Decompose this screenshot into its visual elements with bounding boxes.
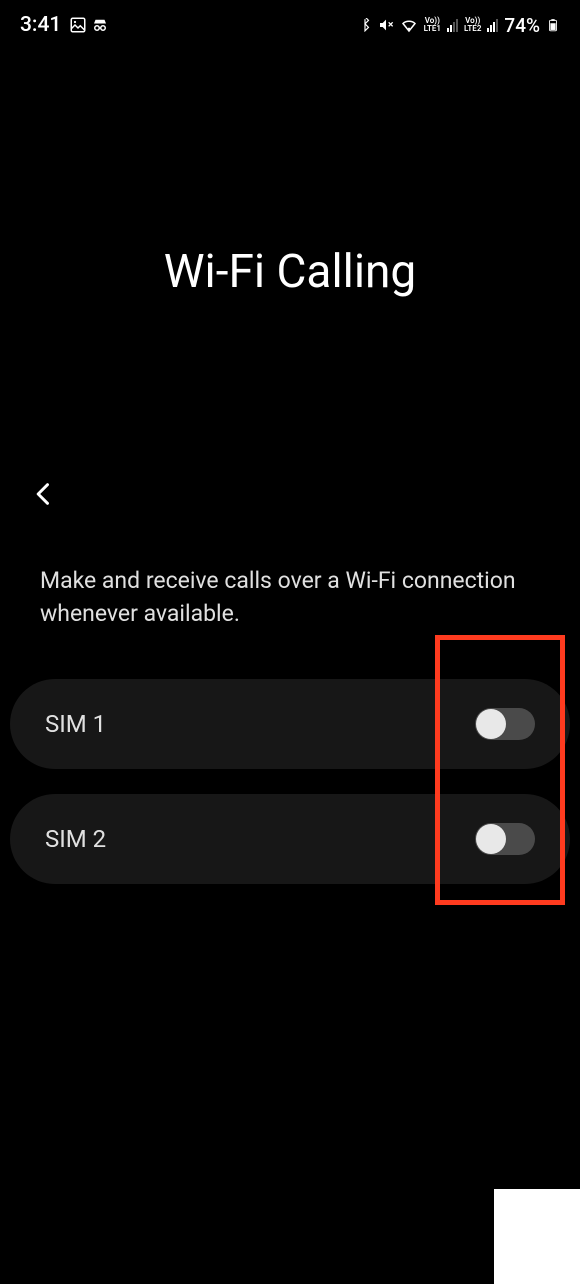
battery-icon <box>546 15 560 35</box>
sim-list: SIM 1 SIM 2 <box>0 679 580 884</box>
status-notification-icons <box>69 16 109 34</box>
signal1-icon <box>447 18 458 32</box>
back-button[interactable] <box>30 474 70 514</box>
status-right: Vo)) LTE1 Vo)) LTE2 74% <box>358 14 560 37</box>
page-description: Make and receive calls over a Wi-Fi conn… <box>0 564 580 631</box>
wifi-icon <box>400 16 418 34</box>
mute-icon <box>378 17 394 33</box>
signal2-icon <box>487 18 498 32</box>
sim2-label: SIM 2 <box>45 825 106 853</box>
status-left: 3:41 <box>20 13 109 37</box>
status-bar: 3:41 Vo)) LTE1 Vo)) LTE2 74% <box>0 0 580 50</box>
sim2-row[interactable]: SIM 2 <box>10 794 570 884</box>
toggle-knob <box>476 824 506 854</box>
image-icon <box>69 16 87 34</box>
incognito-icon <box>91 16 109 34</box>
toggle-knob <box>476 709 506 739</box>
sim1-label: SIM 1 <box>45 710 106 738</box>
sim1-toggle[interactable] <box>475 708 535 740</box>
bluetooth-icon <box>358 18 372 32</box>
sim1-row[interactable]: SIM 1 <box>10 679 570 769</box>
volte2-icon: Vo)) LTE2 <box>464 17 481 33</box>
page-title: Wi-Fi Calling <box>0 245 580 299</box>
volte1-icon: Vo)) LTE1 <box>424 17 441 33</box>
sim2-toggle[interactable] <box>475 823 535 855</box>
bottom-overlay <box>494 1189 580 1284</box>
status-time: 3:41 <box>20 13 61 37</box>
back-icon <box>30 480 58 508</box>
battery-percentage: 74% <box>504 14 540 37</box>
